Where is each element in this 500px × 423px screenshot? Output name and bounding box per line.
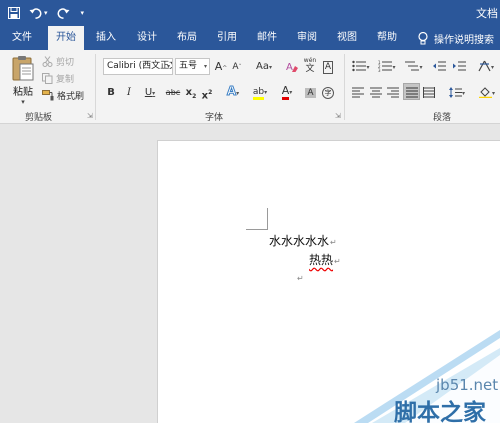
watermark-brand: 脚本之家 bbox=[394, 400, 486, 423]
watermark-graphic bbox=[354, 330, 500, 423]
watermark-site: jb51.net bbox=[436, 376, 499, 394]
